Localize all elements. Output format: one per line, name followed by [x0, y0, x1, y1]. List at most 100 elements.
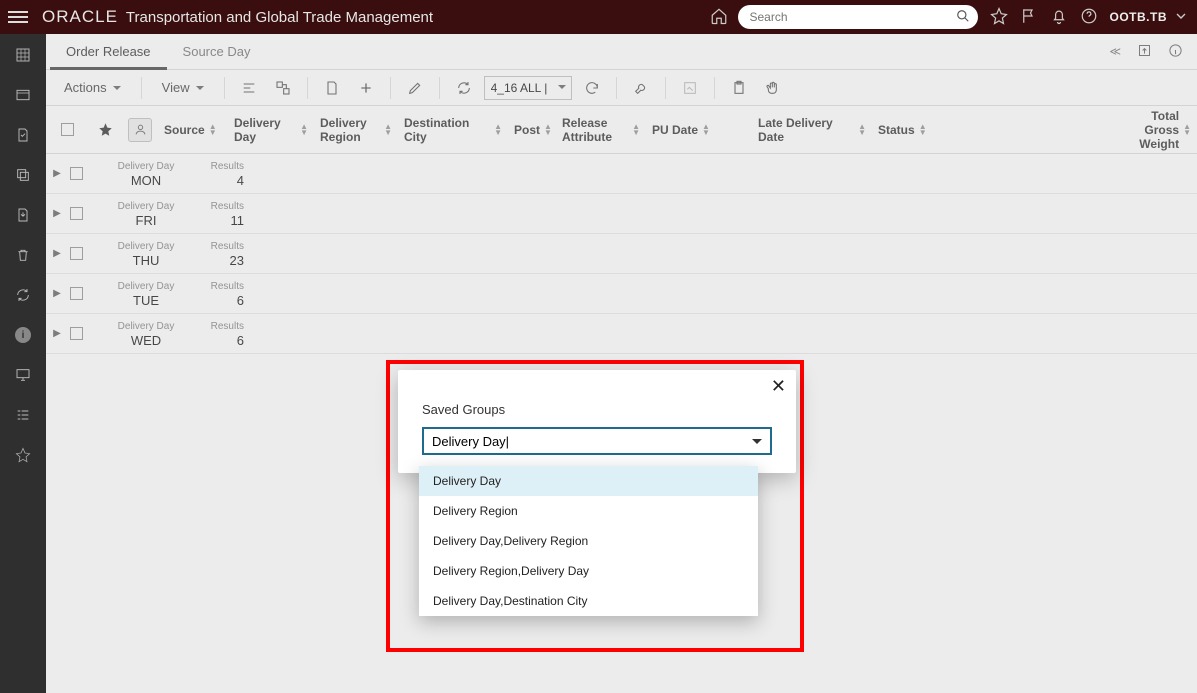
user-menu-chevron-icon[interactable]: [1173, 8, 1189, 27]
group-row[interactable]: ▶Delivery DayTUEResults6: [46, 274, 1197, 314]
dropdown-option[interactable]: Delivery Day,Delivery Region: [419, 526, 758, 556]
col-release-attribute[interactable]: Release Attribute▲▼: [556, 106, 646, 153]
home-icon[interactable]: [710, 7, 728, 28]
dropdown-option[interactable]: Delivery Region,Delivery Day: [419, 556, 758, 586]
saved-groups-combo[interactable]: [422, 427, 772, 455]
col-owner[interactable]: [122, 106, 158, 153]
rail-trash-icon[interactable]: [14, 246, 32, 264]
menu-toggle-icon[interactable]: [8, 7, 28, 27]
toolbar-hand-icon[interactable]: [759, 74, 787, 102]
group-row[interactable]: ▶Delivery DayTHUResults23: [46, 234, 1197, 274]
view-menu[interactable]: View: [152, 74, 214, 102]
top-icons: [990, 7, 1098, 28]
rail-list-icon[interactable]: [14, 406, 32, 424]
toolbar-format-icon[interactable]: [235, 74, 263, 102]
expand-icon[interactable]: ▶: [50, 248, 64, 259]
sort-icon: ▲▼: [858, 124, 866, 136]
toolbar-detach-icon[interactable]: [269, 74, 297, 102]
toolbar-edit-icon[interactable]: [401, 74, 429, 102]
col-late-delivery-date[interactable]: Late Delivery Date▲▼: [752, 106, 872, 153]
col-delivery-day[interactable]: Delivery Day▲▼: [228, 106, 314, 153]
chevron-down-icon: [558, 85, 566, 93]
left-rail: i: [0, 34, 46, 693]
row-checkbox[interactable]: [64, 327, 88, 340]
rail-info-icon[interactable]: i: [14, 326, 32, 344]
rail-export-icon[interactable]: [14, 206, 32, 224]
toolbar-filter-select[interactable]: [484, 76, 572, 100]
sort-icon: ▲▼: [702, 124, 710, 136]
rail-copy-icon[interactable]: [14, 166, 32, 184]
dialog-title: Saved Groups: [422, 402, 778, 417]
group-by-label: Delivery Day: [108, 240, 184, 254]
tabbar-info-icon[interactable]: [1168, 43, 1183, 61]
dropdown-option[interactable]: Delivery Day,Destination City: [419, 586, 758, 616]
row-checkbox[interactable]: [64, 167, 88, 180]
dropdown-option[interactable]: Delivery Day: [419, 466, 758, 496]
toolbar-compose-icon[interactable]: [676, 74, 704, 102]
flag-icon[interactable]: [1020, 7, 1038, 28]
tab-order-release[interactable]: Order Release: [50, 34, 167, 70]
toolbar-add-icon[interactable]: [352, 74, 380, 102]
toolbar-newdoc-icon[interactable]: [318, 74, 346, 102]
grid-header: Source▲▼ Delivery Day▲▼ Delivery Region▲…: [46, 106, 1197, 154]
rail-window-icon[interactable]: [14, 86, 32, 104]
toolbar-refresh-icon[interactable]: [450, 74, 478, 102]
actions-menu[interactable]: Actions: [54, 74, 131, 102]
global-search: [738, 5, 978, 29]
group-value: TUE: [108, 294, 184, 308]
toolbar-clipboard-icon[interactable]: [725, 74, 753, 102]
dropdown-option[interactable]: Delivery Region: [419, 496, 758, 526]
results-count: 11: [184, 214, 244, 228]
row-checkbox[interactable]: [64, 287, 88, 300]
col-post[interactable]: Post▲▼: [508, 106, 556, 153]
row-checkbox[interactable]: [64, 207, 88, 220]
saved-groups-input[interactable]: [422, 427, 772, 455]
expand-icon[interactable]: ▶: [50, 288, 64, 299]
rail-refresh-icon[interactable]: [14, 286, 32, 304]
sort-icon: ▲▼: [209, 124, 217, 136]
rail-note-icon[interactable]: [14, 126, 32, 144]
sort-icon: ▲▼: [300, 124, 308, 136]
results-count: 6: [184, 334, 244, 348]
toolbar-go-icon[interactable]: [578, 74, 606, 102]
toolbar-wrench-icon[interactable]: [627, 74, 655, 102]
row-checkbox[interactable]: [64, 247, 88, 260]
col-destination-city[interactable]: Destination City▲▼: [398, 106, 508, 153]
expand-icon[interactable]: ▶: [50, 328, 64, 339]
rail-grid-icon[interactable]: [14, 46, 32, 64]
col-delivery-region[interactable]: Delivery Region▲▼: [314, 106, 398, 153]
topbar: ORACLE Transportation and Global Trade M…: [0, 0, 1197, 34]
results-label: Results: [184, 200, 244, 214]
col-favorite[interactable]: [88, 106, 122, 153]
tabbar-export-icon[interactable]: [1137, 43, 1152, 61]
tabbar: Order Release Source Day ≪: [46, 34, 1197, 70]
results-label: Results: [184, 280, 244, 294]
rail-star-icon[interactable]: [14, 446, 32, 464]
col-total-gross-weight[interactable]: Total Gross Weight▲▼: [1125, 106, 1197, 153]
search-input[interactable]: [738, 5, 978, 29]
tab-source-day[interactable]: Source Day: [167, 34, 267, 70]
col-pu-date[interactable]: PU Date▲▼: [646, 106, 752, 153]
toolbar: Actions View: [46, 70, 1197, 106]
help-icon[interactable]: [1080, 7, 1098, 28]
group-row[interactable]: ▶Delivery DayMONResults4: [46, 154, 1197, 194]
col-status[interactable]: Status▲▼: [872, 106, 962, 153]
user-name[interactable]: OOTB.TB: [1110, 10, 1168, 24]
group-row[interactable]: ▶Delivery DayWEDResults6: [46, 314, 1197, 354]
bell-icon[interactable]: [1050, 7, 1068, 28]
rail-monitor-icon[interactable]: [14, 366, 32, 384]
grid-body: ▶Delivery DayMONResults4▶Delivery DayFRI…: [46, 154, 1197, 354]
star-icon[interactable]: [990, 7, 1008, 28]
close-icon[interactable]: ✕: [771, 376, 786, 397]
view-label: View: [162, 80, 190, 95]
expand-icon[interactable]: ▶: [50, 168, 64, 179]
sort-icon: ▲▼: [494, 124, 502, 136]
group-row[interactable]: ▶Delivery DayFRIResults11: [46, 194, 1197, 234]
app-title: Transportation and Global Trade Manageme…: [126, 9, 433, 26]
tabbar-collapse-icon[interactable]: ≪: [1109, 45, 1121, 58]
search-icon[interactable]: [956, 9, 970, 26]
col-select-all[interactable]: [46, 106, 88, 153]
expand-icon[interactable]: ▶: [50, 208, 64, 219]
col-source[interactable]: Source▲▼: [158, 106, 228, 153]
sort-icon: ▲▼: [384, 124, 392, 136]
